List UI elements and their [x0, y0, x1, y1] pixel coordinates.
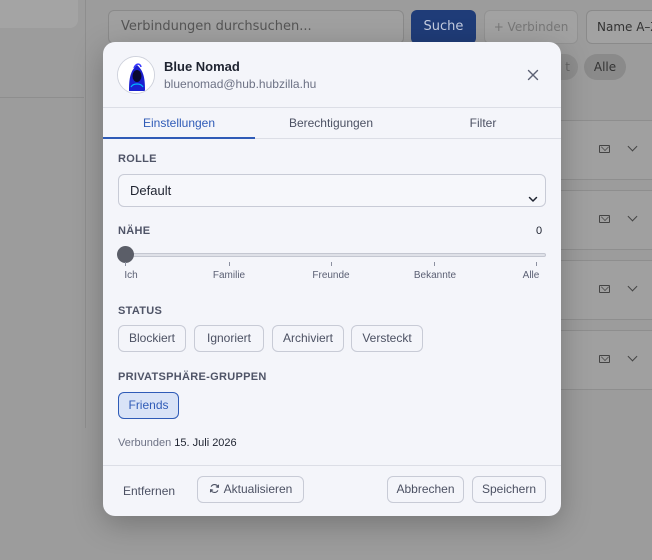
chevron-down-icon: [627, 211, 638, 222]
slider-tick-label: Freunde: [312, 270, 350, 281]
mail-icon: [599, 285, 610, 293]
slider-tick-label: Familie: [212, 270, 246, 281]
slider-tick: [536, 262, 537, 266]
status-ignored-button[interactable]: Ignoriert: [194, 325, 264, 352]
closeness-label: NÄHE: [118, 225, 151, 237]
connected-date: 15. Juli 2026: [174, 437, 237, 449]
connected-since: Verbunden 15. Juli 2026: [118, 437, 237, 449]
tab-settings[interactable]: Einstellungen: [103, 108, 255, 139]
connection-edit-dialog: Blue Nomad bluenomad@hub.hubzilla.hu Ein…: [103, 42, 561, 516]
mail-icon: [599, 145, 610, 153]
bg-connection-row: [560, 190, 652, 250]
bg-filter-chip-all: Alle: [584, 54, 626, 80]
tab-permissions[interactable]: Berechtigungen: [255, 108, 407, 139]
mail-icon: [599, 355, 610, 363]
chevron-down-icon: [627, 281, 638, 292]
tab-filter[interactable]: Filter: [407, 108, 559, 139]
chevron-down-icon: [627, 141, 638, 152]
status-hidden-button[interactable]: Versteckt: [351, 325, 423, 352]
slider-tick-label: Alle: [522, 270, 540, 281]
privacy-group-friends-button[interactable]: Friends: [118, 392, 179, 419]
bg-sidebar-border: [85, 0, 86, 428]
closeness-slider-handle[interactable]: [117, 246, 134, 263]
bg-connection-row: [560, 120, 652, 180]
contact-name: Blue Nomad: [164, 59, 240, 74]
bg-connect-button: + Verbinden: [484, 10, 578, 44]
status-label: STATUS: [118, 305, 163, 317]
bg-sidebar-card: [0, 0, 78, 28]
slider-tick-label: Bekannte: [413, 270, 457, 281]
slider-tick: [229, 262, 230, 266]
slider-tick: [434, 262, 435, 266]
chevron-down-icon: [627, 351, 638, 362]
remove-button[interactable]: Entfernen: [123, 484, 175, 498]
cancel-button[interactable]: Abbrechen: [387, 476, 464, 503]
bg-search-input: Verbindungen durchsuchen...: [108, 10, 404, 44]
closeness-value: 0: [536, 225, 543, 237]
status-blocked-button[interactable]: Blockiert: [118, 325, 186, 352]
bg-connection-row: [560, 330, 652, 390]
contact-handle: bluenomad@hub.hubzilla.hu: [164, 77, 317, 91]
close-icon[interactable]: [524, 66, 542, 84]
dialog-tabs: Einstellungen Berechtigungen Filter: [103, 108, 561, 139]
refresh-label: Aktualisieren: [223, 482, 293, 496]
status-archived-button[interactable]: Archiviert: [272, 325, 344, 352]
bg-connection-row: [560, 260, 652, 320]
refresh-button[interactable]: Aktualisieren: [197, 476, 304, 503]
refresh-icon: [209, 484, 219, 493]
chevron-down-icon: [527, 185, 539, 202]
role-select-value: Default: [130, 183, 172, 198]
slider-tick: [331, 262, 332, 266]
slider-tick: [125, 262, 126, 266]
role-select[interactable]: Default: [118, 174, 546, 207]
role-label: ROLLE: [118, 153, 157, 165]
connected-prefix: Verbunden: [118, 437, 172, 449]
bg-search-button: Suche: [411, 10, 476, 44]
avatar: [117, 56, 155, 94]
privacy-groups-label: PRIVATSPHÄRE-GRUPPEN: [118, 371, 267, 383]
bg-sort-select: Name A–Z: [586, 10, 652, 44]
save-button[interactable]: Speichern: [472, 476, 546, 503]
mail-icon: [599, 215, 610, 223]
closeness-slider-track[interactable]: [124, 253, 546, 257]
bg-sidebar-divider: [0, 97, 84, 98]
dialog-header: Blue Nomad bluenomad@hub.hubzilla.hu: [103, 42, 561, 108]
slider-tick-label: Ich: [124, 270, 138, 281]
